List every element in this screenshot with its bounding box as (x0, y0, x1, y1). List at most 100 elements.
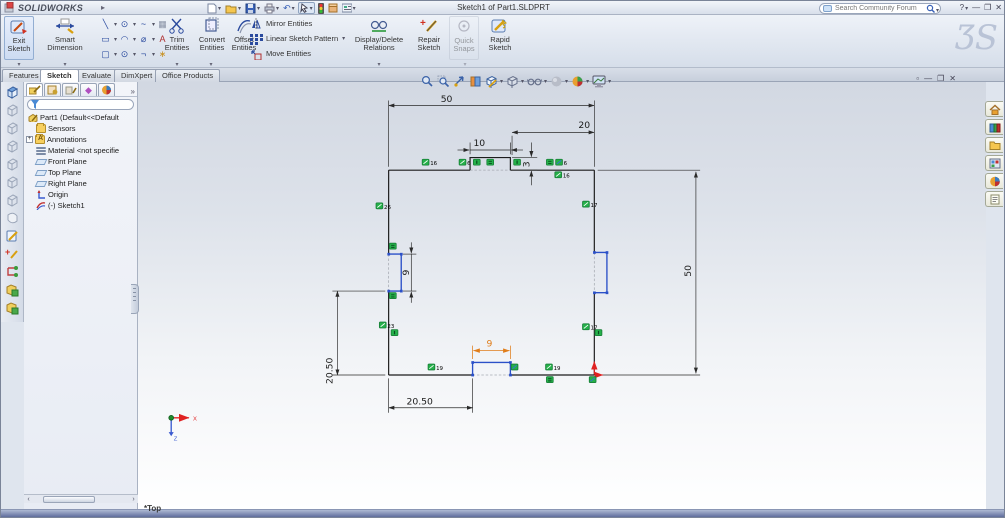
dim-left-notch-height[interactable]: 9 (401, 270, 412, 276)
help-button[interactable]: ?▾ (960, 3, 968, 14)
search-icon[interactable]: ▾ (926, 4, 940, 14)
fillet-tool[interactable]: ¬ (137, 48, 150, 60)
dim-bump-height[interactable]: 3 (522, 161, 533, 167)
smart-dimension-button[interactable]: Smart Dimension (37, 16, 93, 60)
tree-item-sketch1[interactable]: (-) Sketch1 (24, 200, 137, 211)
wireframe-cube-button-2[interactable] (3, 119, 22, 136)
wireframe-cube-button-4[interactable] (3, 155, 22, 172)
apply-scene-button[interactable]: ▾ (571, 75, 589, 88)
featuremanager-tab[interactable] (26, 83, 43, 96)
previous-view-button[interactable] (453, 75, 466, 88)
doc-restore-button[interactable]: ❐ (937, 74, 944, 84)
dimxpertmanager-tab[interactable]: ◆ (80, 83, 97, 96)
exit-sketch-flyout[interactable]: ▾ (11, 61, 27, 68)
dim-bottom-left-offset[interactable]: 20.50 (406, 396, 433, 407)
repair-pencil-button[interactable]: + (3, 245, 22, 262)
scrollbar-thumb[interactable] (43, 495, 95, 503)
display-delete-relations-button[interactable]: Display/Delete Relations (349, 16, 409, 60)
view-orientation-button[interactable]: ▾ (485, 75, 503, 88)
rounded-view-button[interactable] (3, 209, 22, 226)
display-delete-flyout[interactable]: ▾ (371, 61, 387, 68)
tree-filter-box[interactable] (27, 99, 134, 110)
edit-appearance-button[interactable]: ▾ (550, 75, 568, 88)
repair-sketch-button[interactable]: + Repair Sketch (411, 16, 447, 60)
ellipse-tool[interactable]: ⌀ (137, 33, 150, 45)
tree-item-top-plane[interactable]: Top Plane (24, 167, 137, 178)
shaded-cube-button[interactable] (3, 83, 22, 100)
pattern-flyout[interactable]: ▾ (342, 35, 345, 42)
section-view-button[interactable] (469, 75, 482, 88)
tree-item-annotations[interactable]: + A Annotations (24, 134, 137, 145)
doc-close-button[interactable]: ✕ (949, 74, 956, 84)
wireframe-cube-button-1[interactable] (3, 101, 22, 118)
smart-dimension-flyout[interactable]: ▾ (57, 61, 73, 68)
graphics-viewport[interactable]: ▾ ▾ ▾ ▾ ▾ ▾ ▫ — ❐ ✕ 50 20 10 3 9 20.50 2… (138, 74, 986, 513)
zoom-to-fit-button[interactable] (421, 75, 434, 88)
appearances-tab[interactable] (985, 173, 1003, 189)
line-tool[interactable]: ╲ (99, 18, 112, 30)
arc-tool[interactable]: ◠ (118, 33, 131, 45)
move-entities-button[interactable]: Move Entities (249, 47, 345, 60)
close-button[interactable]: ✕ (995, 3, 1002, 14)
file-explorer-tab[interactable] (985, 137, 1003, 153)
dim-height-right[interactable]: 50 (683, 265, 694, 277)
exit-sketch-button[interactable]: Exit Sketch (4, 16, 34, 60)
tree-item-sensors[interactable]: Sensors (24, 123, 137, 134)
scrollbar-track[interactable] (33, 495, 129, 503)
palette-tab[interactable] (985, 155, 1003, 171)
configurationmanager-tab[interactable] (62, 83, 79, 96)
dim-left-bottom-offset[interactable]: 20.50 (324, 357, 335, 384)
expand-icon[interactable]: + (26, 136, 33, 143)
convert-flyout[interactable]: ▾ (203, 61, 219, 68)
tree-item-right-plane[interactable]: Right Plane (24, 178, 137, 189)
view-settings-button[interactable]: ▾ (592, 75, 611, 88)
design-library-tab[interactable] (985, 119, 1003, 135)
panel-splitter-handle[interactable] (131, 284, 139, 314)
tree-item-origin[interactable]: Origin (24, 189, 137, 200)
tree-horizontal-scrollbar[interactable]: ‹ › (24, 494, 138, 503)
dim-right-offset-top[interactable]: 20 (578, 120, 590, 131)
zoom-to-area-button[interactable] (437, 75, 450, 88)
sketch-page-button[interactable] (3, 227, 22, 244)
custom-properties-tab[interactable] (985, 191, 1003, 207)
solidworks-resources-tab[interactable] (985, 101, 1003, 117)
hide-show-items-button[interactable]: ▾ (527, 75, 547, 88)
part-box-button-1[interactable] (3, 281, 22, 298)
panel-tabs-overflow[interactable]: » (131, 87, 135, 96)
doc-minimize-button[interactable]: — (924, 74, 932, 84)
scroll-right-arrow[interactable]: › (129, 496, 138, 503)
sketch-origin[interactable] (591, 361, 604, 379)
selected-sketch-entities[interactable] (388, 251, 608, 375)
trim-entities-button[interactable]: Trim Entities (161, 16, 193, 60)
scroll-left-arrow[interactable]: ‹ (24, 496, 33, 503)
rectangle-tool[interactable]: ▭ (99, 33, 112, 45)
tab-sketch[interactable]: Sketch (40, 69, 79, 82)
quick-snaps-button[interactable]: Quick Snaps (449, 16, 479, 60)
wireframe-cube-button-3[interactable] (3, 137, 22, 154)
dim-bottom-notch-width[interactable]: 9 (486, 338, 492, 349)
search-box[interactable]: Search Community Forum ▾ (819, 3, 941, 14)
propertymanager-tab[interactable] (44, 83, 61, 96)
restore-button[interactable]: ❐ (984, 3, 991, 14)
displaymanager-tab[interactable] (98, 83, 115, 96)
wireframe-cube-button-6[interactable] (3, 191, 22, 208)
trim-flyout[interactable]: ▾ (169, 61, 185, 68)
display-style-button[interactable]: ▾ (506, 75, 524, 88)
spline-tool[interactable]: ~ (137, 18, 150, 30)
minimize-button[interactable]: — (972, 3, 980, 14)
linear-sketch-pattern-button[interactable]: Linear Sketch Pattern ▾ (249, 32, 345, 45)
tab-evaluate[interactable]: Evaluate (75, 69, 119, 82)
dim-bump-width[interactable]: 10 (473, 138, 485, 149)
sketch-endpoints[interactable] (387, 251, 609, 377)
sketch-canvas[interactable]: 50 20 10 3 9 20.50 20.50 50 9 16 6 6 16 … (138, 82, 986, 511)
search-input[interactable]: Search Community Forum (835, 5, 926, 12)
quick-snaps-flyout[interactable]: ▾ (457, 61, 473, 68)
mirror-entities-button[interactable]: Mirror Entities (249, 17, 345, 30)
circle-tool[interactable]: ⊙ (118, 18, 131, 30)
convert-entities-button[interactable]: Convert Entities (193, 16, 231, 60)
tree-item-part[interactable]: Part1 (Default<<Default (24, 112, 137, 123)
tree-item-material[interactable]: Material <not specifie (24, 145, 137, 156)
tab-dimxpert[interactable]: DimXpert (114, 69, 160, 82)
part-box-button-2[interactable] (3, 299, 22, 316)
tab-office-products[interactable]: Office Products (155, 69, 221, 82)
